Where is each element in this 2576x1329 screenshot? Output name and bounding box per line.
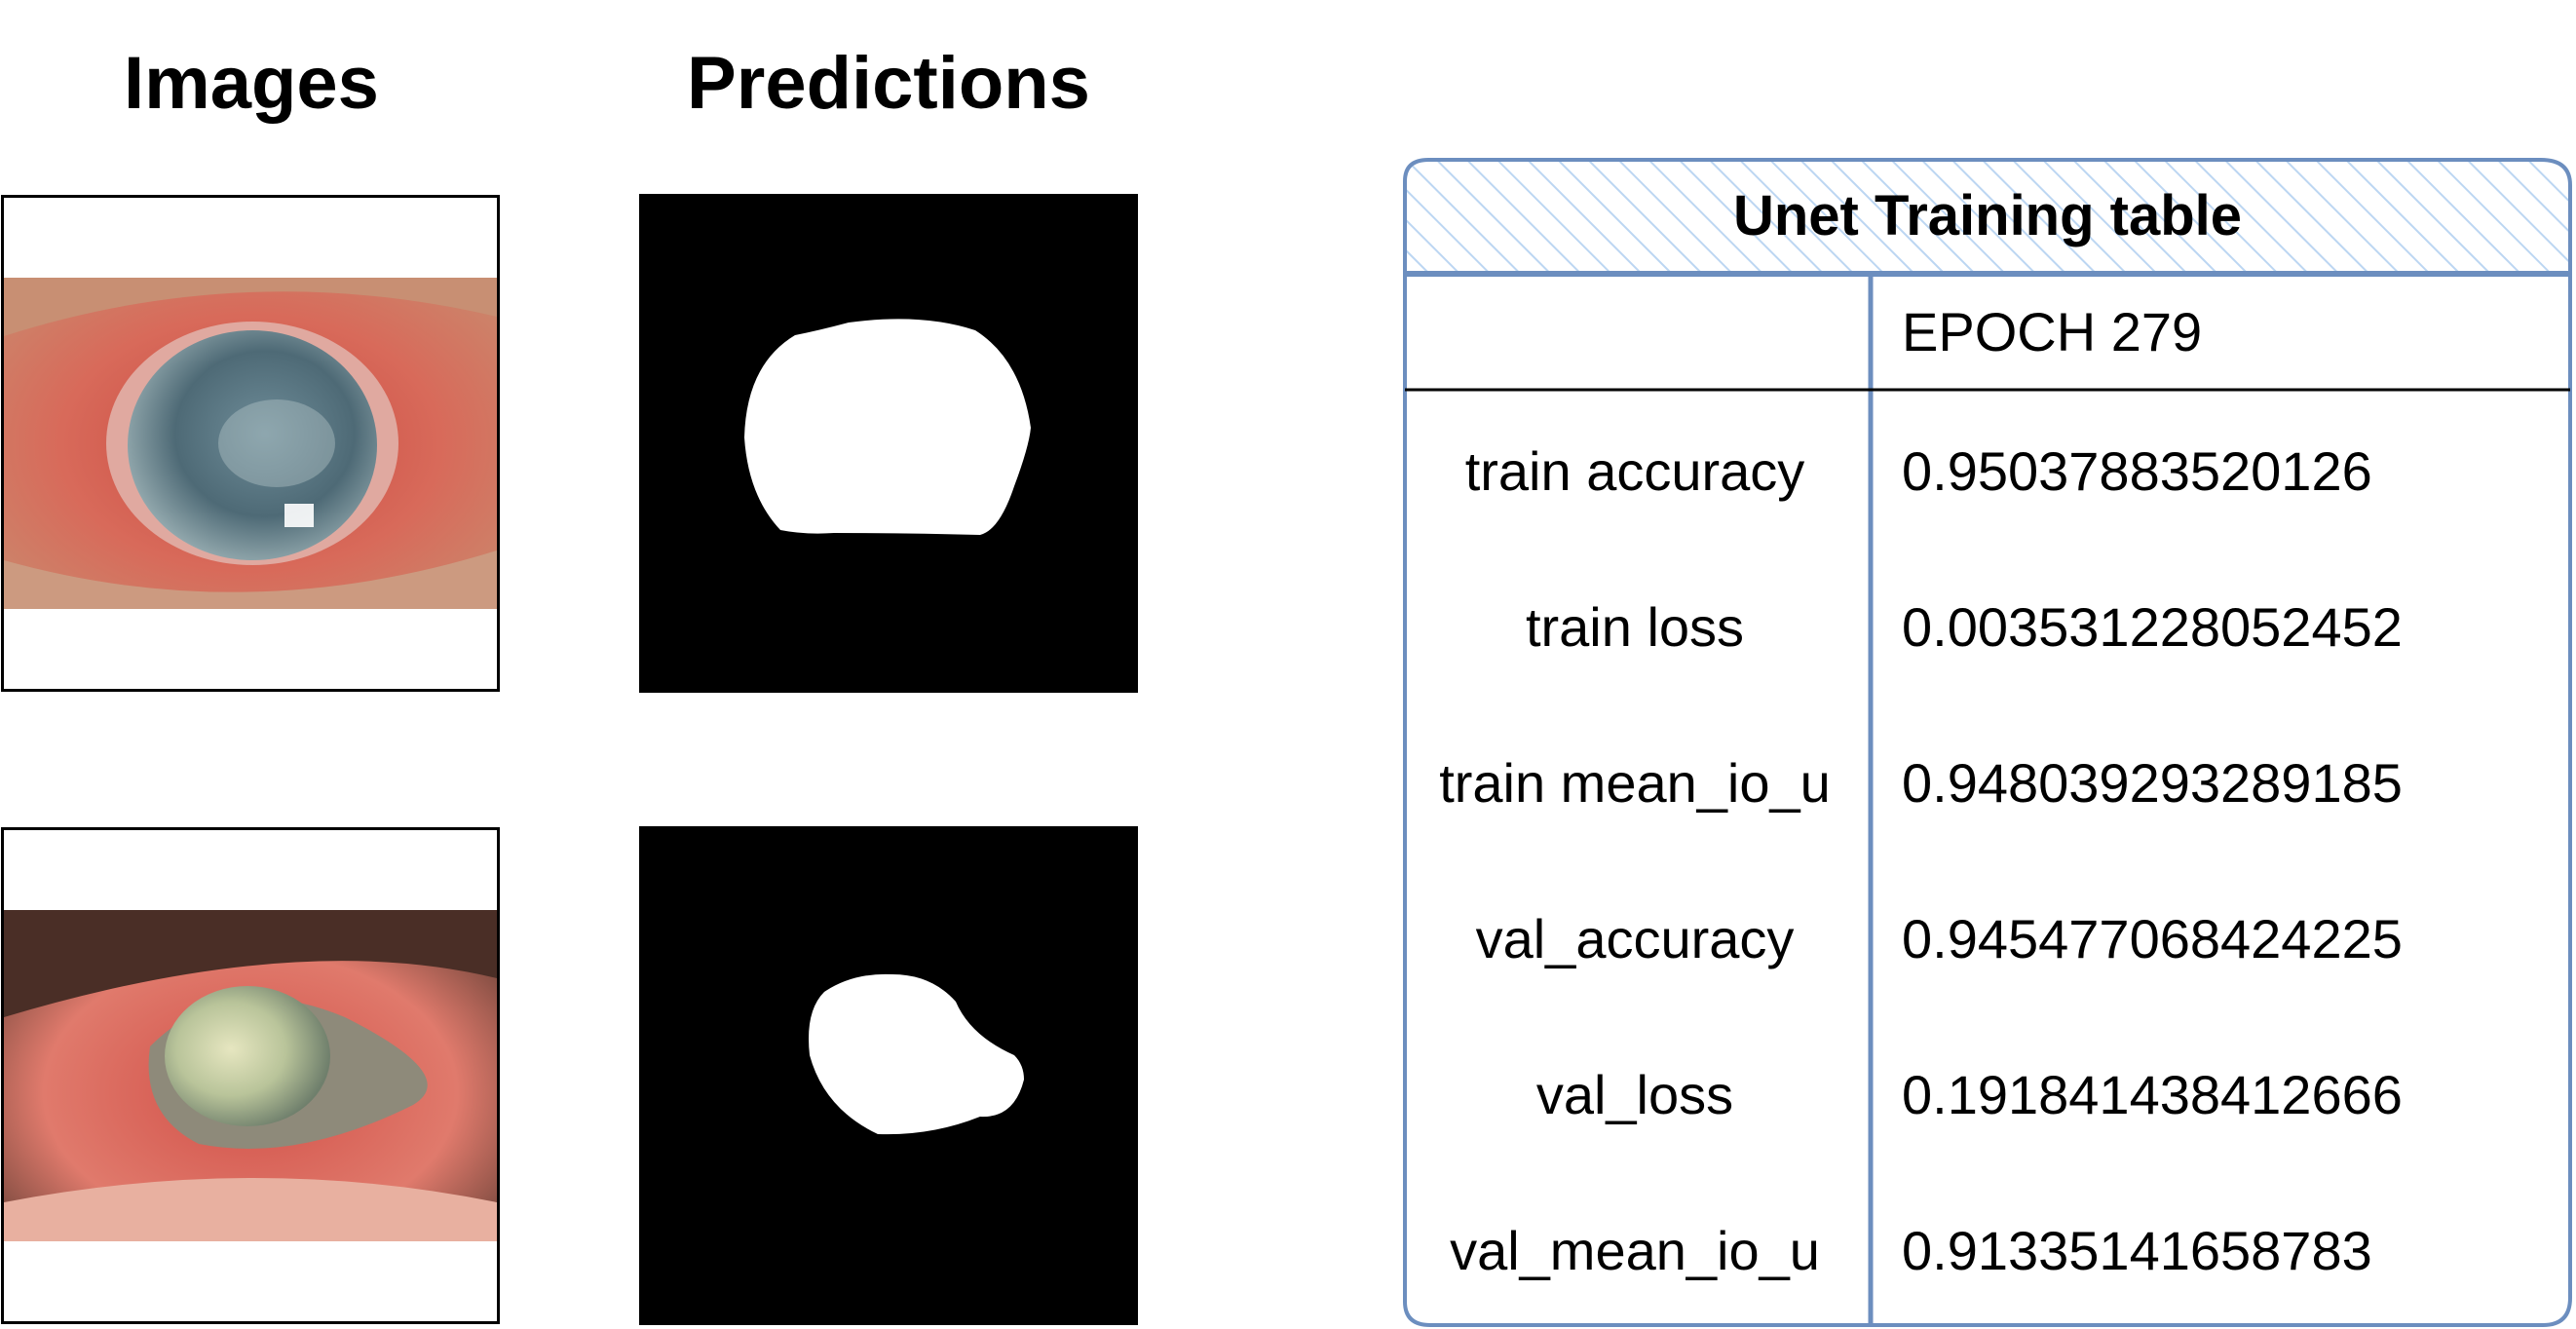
row-label-train-loss: train loss	[1525, 596, 1745, 658]
images-heading: Images	[124, 42, 379, 125]
row-label-val-loss: val_loss	[1535, 1064, 1734, 1125]
mask-shape-1	[744, 319, 1031, 535]
prediction-mask-2	[639, 826, 1138, 1325]
eye-photo-1	[4, 278, 497, 609]
eye-photo-2	[4, 910, 497, 1241]
row-label-val-mean-io-u: val_mean_io_u	[1450, 1220, 1820, 1281]
row-label-train-mean-io-u: train mean_io_u	[1439, 752, 1831, 814]
mask-shape-2	[809, 973, 1024, 1135]
predictions-heading: Predictions	[687, 42, 1090, 125]
row-label-train-accuracy: train accuracy	[1464, 440, 1805, 502]
eye-image-1	[1, 195, 500, 692]
table-title: Unet Training table	[1732, 184, 2243, 247]
eye-image-2	[1, 827, 500, 1324]
training-table: Unet Training table EPOCH 279 train accu…	[1401, 156, 2574, 1329]
row-value-val-mean-io-u: 0.91335141658783	[1902, 1220, 2372, 1281]
row-label-val-accuracy: val_accuracy	[1475, 908, 1795, 969]
prediction-mask-1	[639, 194, 1138, 693]
row-value-train-mean-io-u: 0.948039293289185	[1902, 752, 2403, 814]
row-value-val-accuracy: 0.945477068424225	[1902, 908, 2403, 969]
row-value-train-accuracy: 0.95037883520126	[1902, 440, 2372, 502]
row-value-val-loss: 0.191841438412666	[1902, 1064, 2403, 1125]
row-value-train-loss: 0.003531228052452	[1902, 596, 2403, 658]
epoch-header: EPOCH 279	[1902, 301, 2203, 362]
